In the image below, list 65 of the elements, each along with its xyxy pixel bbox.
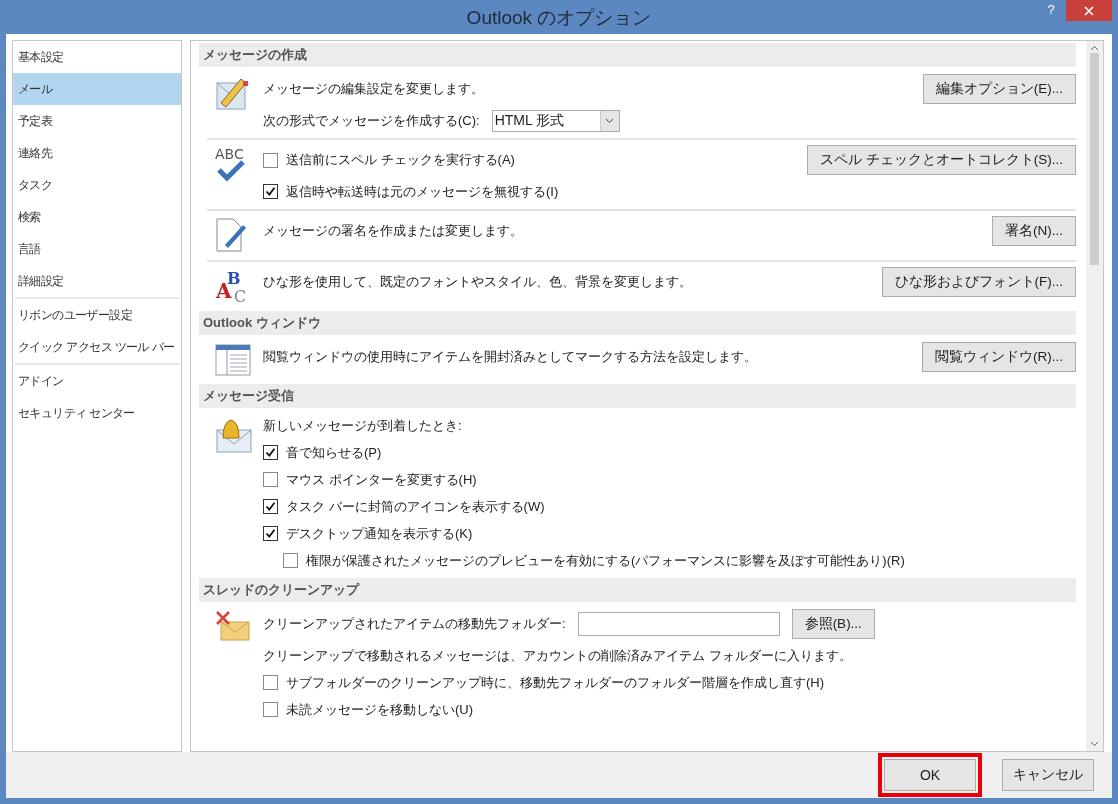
category-item[interactable]: 検索 <box>13 201 181 233</box>
checkbox[interactable] <box>263 499 278 514</box>
document-pen-icon <box>215 217 249 253</box>
checkbox[interactable] <box>263 152 278 168</box>
description-text: メッセージの編集設定を変更します。 <box>263 80 484 98</box>
format-label: 次の形式でメッセージを作成する(C): <box>263 111 480 130</box>
checkbox[interactable] <box>263 526 278 541</box>
window-layout-icon <box>215 343 251 377</box>
description-text: 新しいメッセージが到着したとき: <box>263 416 462 435</box>
scroll-thumb[interactable] <box>1090 53 1099 265</box>
category-item[interactable]: セキュリティ センター <box>13 397 181 429</box>
checkbox-label: サブフォルダーのクリーンアップ時に、移動先フォルダーのフォルダー階層を作成し直す(H) <box>286 673 825 692</box>
checkbox-label: 未読メッセージを移動しない(U) <box>286 700 474 719</box>
category-item[interactable]: 詳細設定 <box>13 265 181 297</box>
option-button[interactable]: 閲覧ウィンドウ(R)... <box>922 342 1076 372</box>
close-icon <box>1084 5 1094 16</box>
chevron-down-icon <box>605 117 615 124</box>
category-item[interactable]: 言語 <box>13 233 181 265</box>
bell-envelope-icon <box>215 416 253 454</box>
checkbox-label: 返信時や転送時は元のメッセージを無視する(I) <box>286 182 559 201</box>
section-header: スレッドのクリーンアップ <box>199 578 1076 602</box>
option-button[interactable]: スペル チェックとオートコレクト(S)... <box>807 145 1076 175</box>
window-title: Outlook のオプション <box>466 7 652 28</box>
category-item[interactable]: 基本設定 <box>13 41 181 73</box>
scrollbar[interactable] <box>1086 41 1103 751</box>
dialog-button[interactable]: OK <box>884 759 976 791</box>
scroll-up-icon <box>1090 45 1099 51</box>
checkbox-label: タスク バーに封筒のアイコンを表示する(W) <box>286 497 545 516</box>
category-item[interactable]: メール <box>13 73 181 105</box>
checkbox[interactable] <box>263 675 278 690</box>
checkbox-label: デスクトップ通知を表示する(K) <box>286 524 473 543</box>
option-button[interactable]: 署名(N)... <box>992 216 1076 246</box>
folder-label: クリーンアップされたアイテムの移動先フォルダー: <box>263 615 566 633</box>
help-button[interactable]: ? <box>1036 2 1066 17</box>
section-header: メッセージ受信 <box>199 384 1076 408</box>
checkbox-label: マウス ポインターを変更する(H) <box>286 470 477 489</box>
section-header: メッセージの作成 <box>199 43 1076 67</box>
description-text: 閲覧ウィンドウの使用時にアイテムを開封済みとしてマークする方法を設定します。 <box>263 348 757 366</box>
checkbox-label: 音で知らせる(P) <box>286 443 382 462</box>
format-dropdown[interactable]: HTML 形式 <box>491 109 620 132</box>
category-item[interactable]: リボンのユーザー設定 <box>13 299 181 331</box>
category-item[interactable]: クイック アクセス ツール バー <box>13 331 181 363</box>
category-item[interactable]: 連絡先 <box>13 137 181 169</box>
checkbox[interactable] <box>263 472 278 487</box>
checkbox-label: 権限が保護されたメッセージのプレビューを有効にする(パフォーマンスに影響を及ぼす可能性あり)(R) <box>306 551 905 570</box>
section-header: Outlook ウィンドウ <box>199 311 1076 335</box>
option-button[interactable]: 参照(B)... <box>791 609 875 639</box>
description-text: ひな形を使用して、既定のフォントやスタイル、色、背景を変更します。 <box>263 273 692 291</box>
checkbox[interactable] <box>283 553 298 568</box>
description-text: クリーンアップで移動されるメッセージは、アカウントの削除済みアイテム フォルダーに入ります。 <box>263 646 852 665</box>
checkbox[interactable] <box>263 702 278 717</box>
description-text: メッセージの署名を作成または変更します。 <box>263 222 523 240</box>
dialog-button[interactable]: キャンセル <box>1002 759 1094 791</box>
folder-field[interactable] <box>577 612 780 636</box>
category-item[interactable]: アドイン <box>13 365 181 397</box>
category-item[interactable]: タスク <box>13 169 181 201</box>
option-button[interactable]: 編集オプション(E)... <box>922 74 1076 104</box>
checkbox[interactable] <box>263 445 278 460</box>
category-item[interactable]: 予定表 <box>13 105 181 137</box>
close-button[interactable] <box>1066 0 1112 21</box>
checkbox[interactable] <box>263 184 278 199</box>
option-button[interactable]: ひな形およびフォント(F)... <box>881 267 1076 297</box>
scroll-down-icon <box>1090 741 1099 747</box>
envelope-x-icon <box>215 610 251 642</box>
checkbox-label: 送信前にスペル チェックを実行する(A) <box>286 151 515 169</box>
